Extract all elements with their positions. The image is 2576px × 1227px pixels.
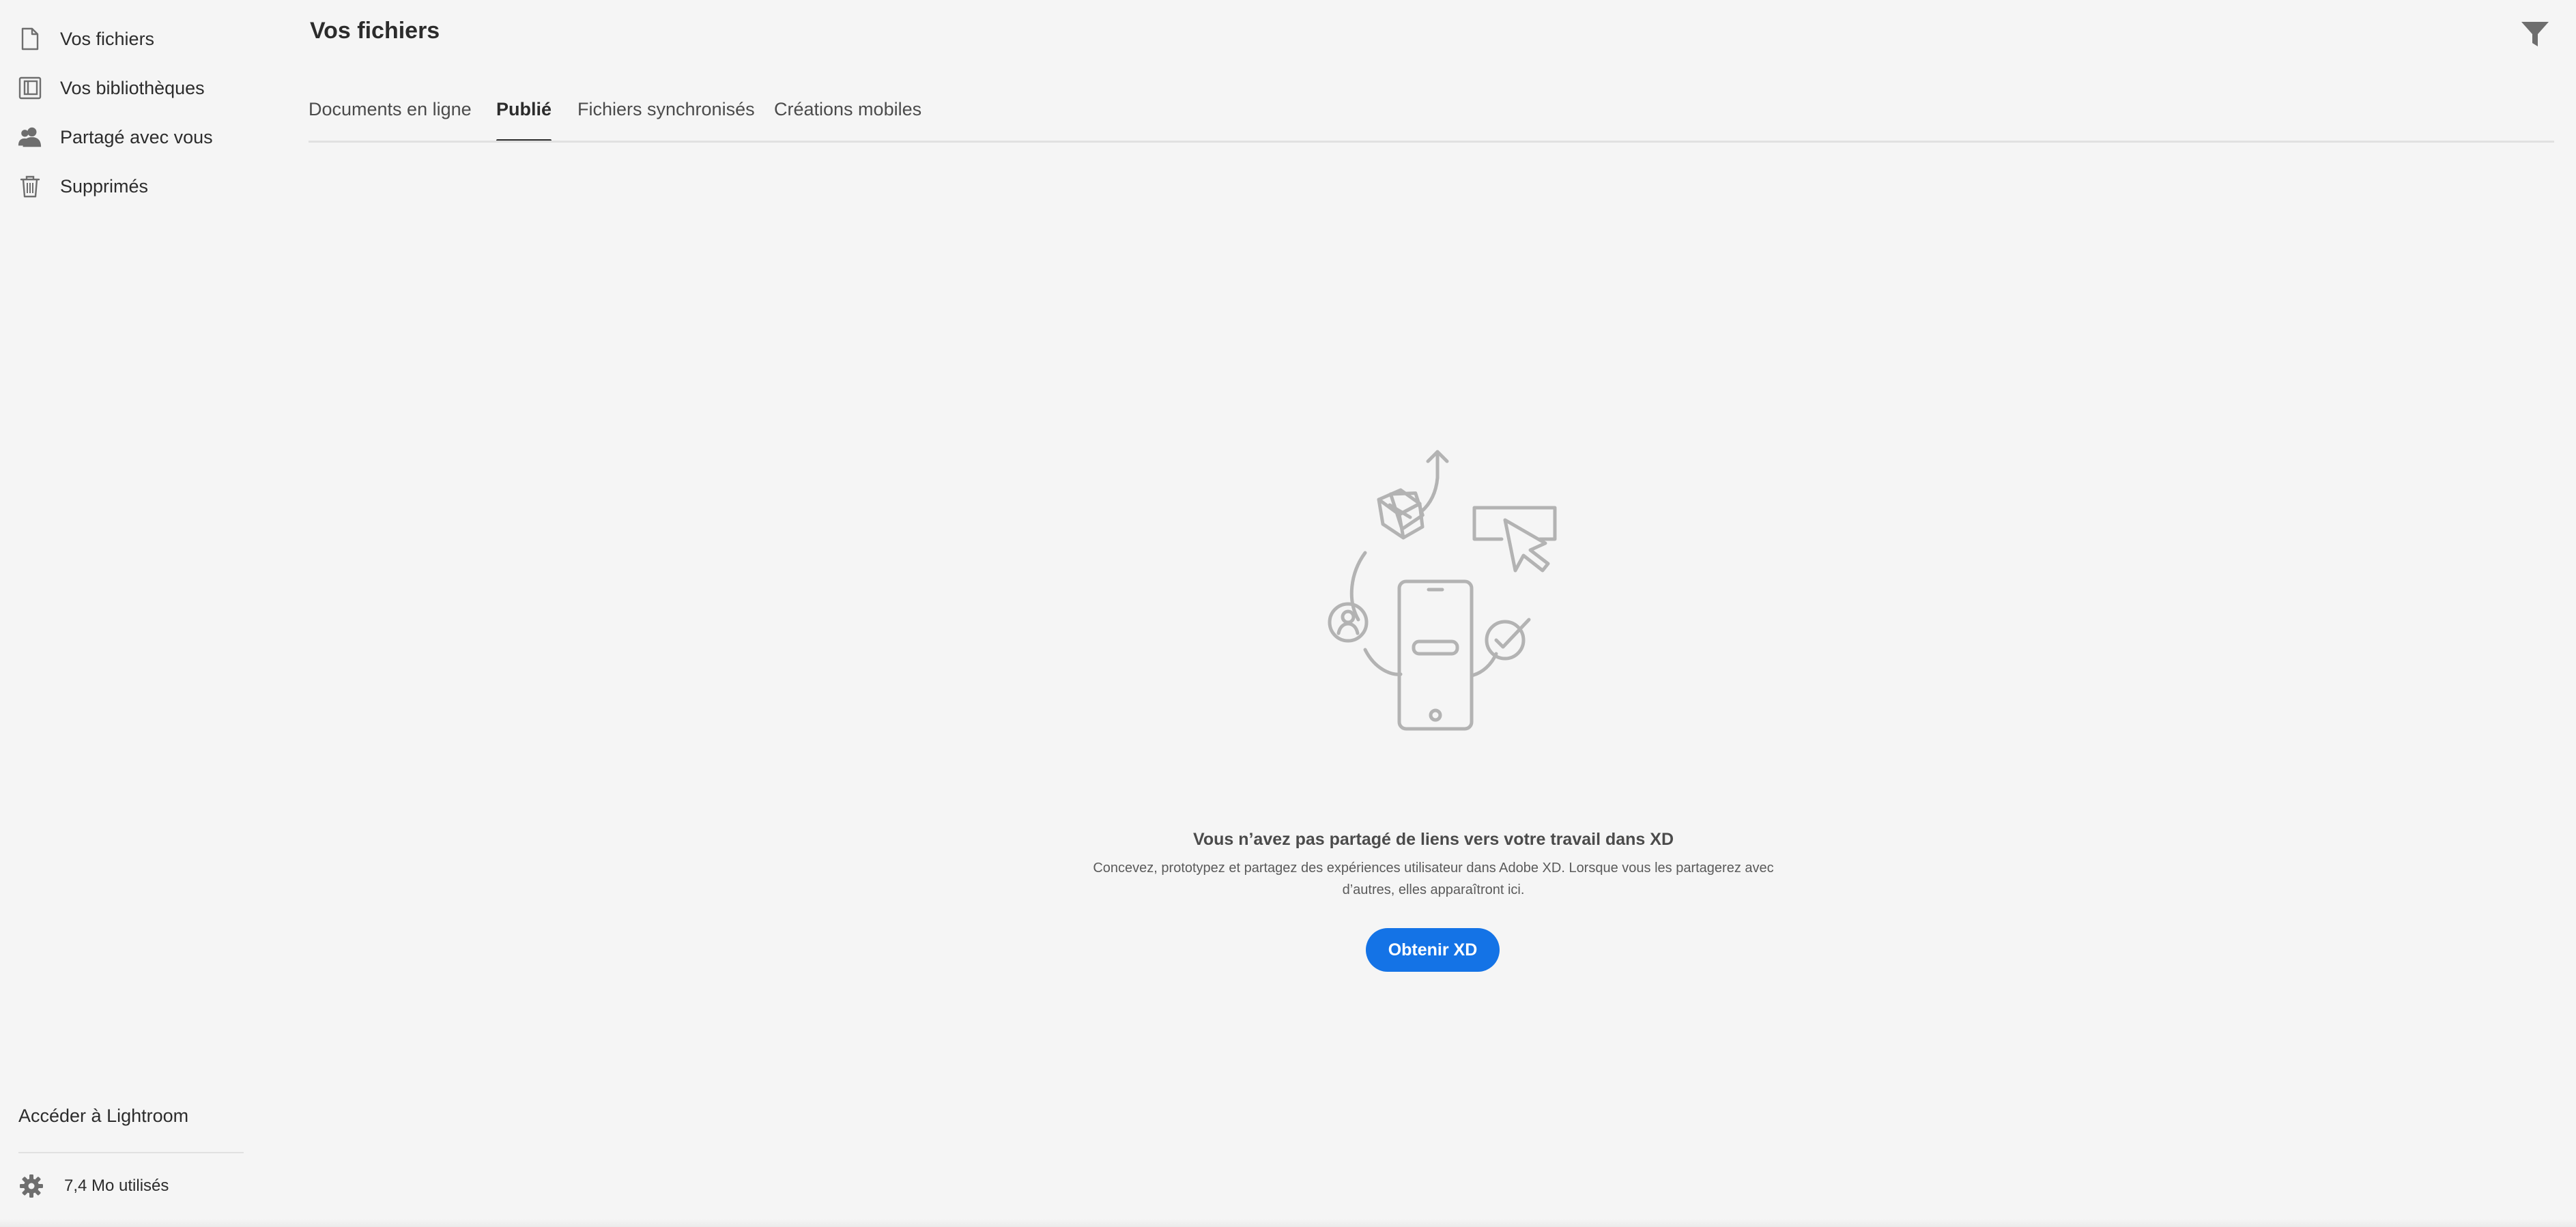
filter-icon[interactable] [2520, 19, 2550, 49]
document-icon [18, 27, 42, 51]
sidebar-item-label: Vos bibliothèques [60, 77, 205, 98]
lightroom-link[interactable]: Accéder à Lightroom [18, 1106, 188, 1127]
sidebar-divider [18, 1152, 244, 1153]
tab-mobile-creations[interactable]: Créations mobiles [774, 89, 921, 143]
empty-state-description-line: d’autres, elles apparaîtront ici. [1342, 882, 1525, 897]
sidebar-item-label: Partagé avec vous [60, 126, 213, 147]
storage-label: 7,4 Mo utilisés [64, 1177, 169, 1195]
tab-synced-files[interactable]: Fichiers synchronisés [577, 89, 755, 143]
share-prototype-illustration [1328, 450, 1557, 731]
people-icon [18, 125, 42, 149]
tab-divider [309, 141, 2554, 143]
sidebar-item-libraries[interactable]: Vos bibliothèques [18, 69, 205, 107]
bottom-edge [0, 1219, 2576, 1227]
empty-state-description-line: Concevez, prototypez et partagez des exp… [1093, 861, 1774, 876]
get-xd-button[interactable]: Obtenir XD [1366, 928, 1500, 972]
gear-icon[interactable] [19, 1174, 44, 1198]
page-title: Vos fichiers [310, 18, 440, 44]
sidebar-item-shared-with-you[interactable]: Partagé avec vous [18, 118, 213, 156]
tab-published[interactable]: Publié [496, 89, 552, 143]
empty-state-title: Vous n’avez pas partagé de liens vers vo… [1193, 830, 1674, 849]
tab-bar: Documents en ligne Publié Fichiers synch… [309, 89, 2554, 143]
tab-online-documents[interactable]: Documents en ligne [309, 89, 472, 143]
sidebar-item-label: Supprimés [60, 175, 149, 197]
sidebar-item-label: Vos fichiers [60, 28, 155, 49]
empty-state-description: Concevez, prototypez et partagez des exp… [1078, 857, 1788, 901]
library-icon [18, 76, 42, 100]
trash-icon [18, 174, 42, 199]
sidebar-item-your-files[interactable]: Vos fichiers [18, 20, 154, 58]
sidebar-item-deleted[interactable]: Supprimés [18, 167, 148, 205]
sidebar: Vos fichiers Vos bibliothèques Partagé a… [0, 0, 253, 1227]
storage-usage: 7,4 Mo utilisés [19, 1172, 169, 1200]
